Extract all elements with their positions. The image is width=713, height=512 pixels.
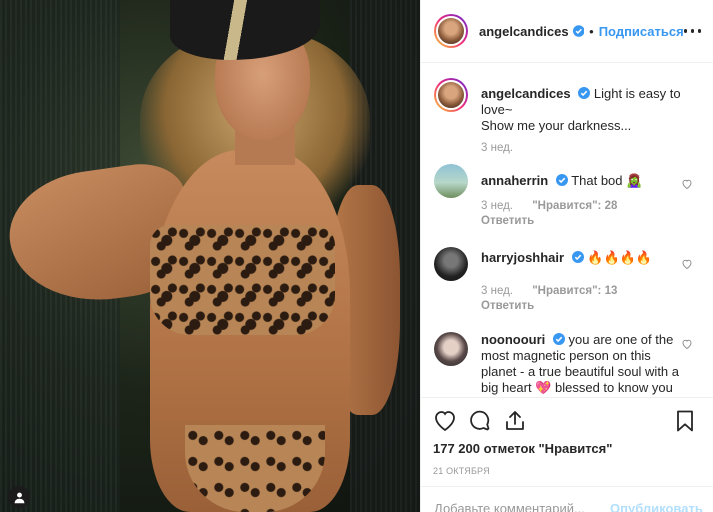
post-side-panel: angelcandices • Подписаться angelcandice… <box>420 0 713 512</box>
comment-username[interactable]: harryjoshhair <box>481 250 564 265</box>
user-tag-icon[interactable] <box>8 486 30 508</box>
comment-icon[interactable] <box>468 409 492 433</box>
comment-avatar[interactable] <box>434 247 468 281</box>
comment-username[interactable]: noonoouri <box>481 332 545 347</box>
comment-meta: 3 нед. "Нравится": 13 <box>481 285 701 297</box>
comment-text: 🔥🔥🔥🔥 <box>587 250 653 265</box>
share-icon[interactable] <box>503 409 527 433</box>
caption-avatar[interactable] <box>434 78 468 112</box>
caption-text-line2: Show me your darkness... <box>481 118 632 133</box>
comment-meta: 3 нед. "Нравится": 28 <box>481 200 701 212</box>
bookmark-icon[interactable] <box>673 409 697 433</box>
verified-badge-icon <box>572 25 585 37</box>
follow-button[interactable]: Подписаться <box>599 24 684 39</box>
author-avatar[interactable] <box>434 14 468 48</box>
more-options-icon[interactable] <box>683 22 701 40</box>
comment-input[interactable] <box>434 501 610 512</box>
comment-item: annaherrin That bod 🧟‍♀️ <box>434 164 701 198</box>
comment-time: 3 нед. <box>481 200 513 212</box>
header-separator: • <box>589 23 594 39</box>
comment-text: That bod 🧟‍♀️ <box>571 173 643 188</box>
comment-avatar[interactable] <box>434 164 468 198</box>
likes-count[interactable]: 177 200 отметок "Нравится" <box>433 441 701 456</box>
heart-icon[interactable] <box>433 409 457 433</box>
comment-item: harryjoshhair 🔥🔥🔥🔥 <box>434 247 701 281</box>
caption: angelcandices Light is easy to love~ Sho… <box>434 78 701 134</box>
comment-likes[interactable]: "Нравится": 13 <box>532 285 617 297</box>
comment-username[interactable]: annaherrin <box>481 173 548 188</box>
action-icons-row <box>433 408 701 434</box>
verified-badge-icon <box>578 87 591 99</box>
add-comment-bar: Опубликовать <box>421 486 713 512</box>
verified-badge-icon <box>555 174 568 186</box>
verified-badge-icon <box>552 333 565 345</box>
post-date: 21 ОКТЯБРЯ <box>433 466 490 476</box>
post-actions: 177 200 отметок "Нравится" 21 ОКТЯБРЯ <box>421 397 713 476</box>
reply-button[interactable]: Ответить <box>481 215 701 227</box>
comment-likes[interactable]: "Нравится": 28 <box>532 200 617 212</box>
author-username[interactable]: angelcandices <box>479 24 569 39</box>
reply-button[interactable]: Ответить <box>481 300 701 312</box>
post-header: angelcandices • Подписаться <box>421 0 713 63</box>
comment-avatar[interactable] <box>434 332 468 366</box>
comments-list[interactable]: angelcandices Light is easy to love~ Sho… <box>421 64 713 396</box>
publish-button[interactable]: Опубликовать <box>610 501 703 512</box>
caption-time: 3 нед. <box>481 142 513 154</box>
comment-time: 3 нед. <box>481 285 513 297</box>
verified-badge-icon <box>571 251 584 263</box>
photo-leopard-top <box>150 225 335 335</box>
comment-item: noonoouri you are one of the most magnet… <box>434 332 701 396</box>
caption-username[interactable]: angelcandices <box>481 86 571 101</box>
comment-like-heart-icon[interactable] <box>681 338 693 350</box>
comment-like-heart-icon[interactable] <box>681 178 693 190</box>
post-photo[interactable] <box>0 0 420 512</box>
comment-like-heart-icon[interactable] <box>681 258 693 270</box>
